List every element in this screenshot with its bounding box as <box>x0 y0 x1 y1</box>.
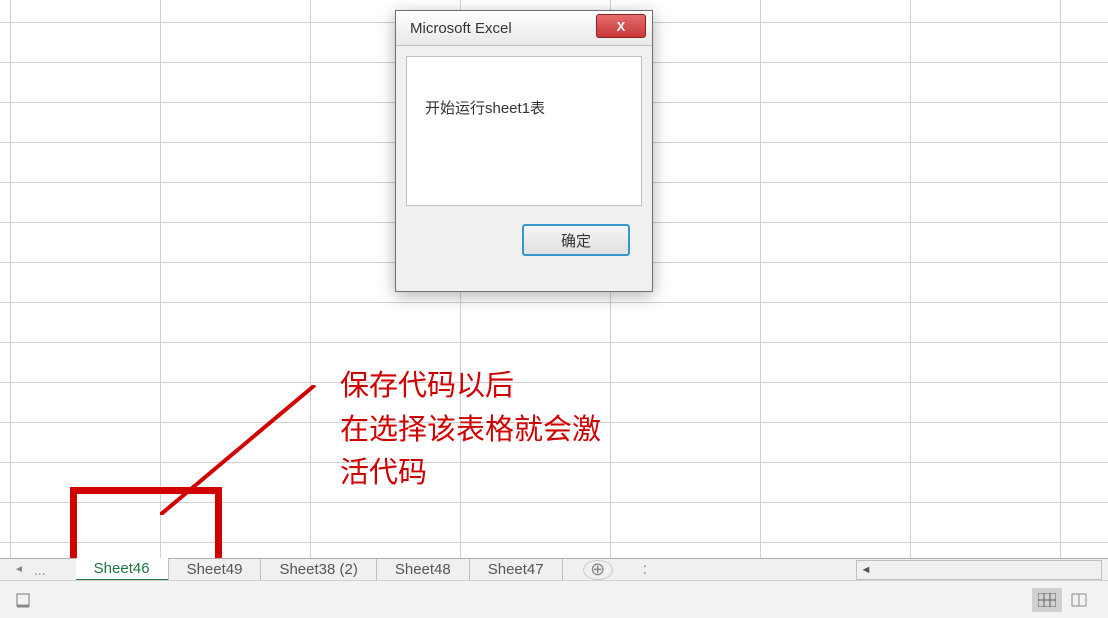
tab-nav-prev-icon[interactable]: ◄ <box>12 563 26 577</box>
close-icon: X <box>617 19 626 34</box>
ok-button[interactable]: 确定 <box>522 224 630 256</box>
tab-more-icon[interactable]: : <box>643 561 647 579</box>
add-sheet-button[interactable]: ⊕ <box>583 560 613 580</box>
sheet-tab-sheet49[interactable]: Sheet49 <box>169 559 262 580</box>
macro-recorder-icon[interactable] <box>14 591 32 609</box>
page-layout-icon <box>1070 593 1088 607</box>
dialog-title: Microsoft Excel <box>404 20 512 37</box>
sheet-tab-sheet46[interactable]: Sheet46 <box>76 558 169 582</box>
normal-view-button[interactable] <box>1032 588 1062 612</box>
sheet-tab-sheet47[interactable]: Sheet47 <box>470 559 563 580</box>
sheet-tab-sheet38-2[interactable]: Sheet38 (2) <box>261 559 376 580</box>
horizontal-scrollbar[interactable]: ◄ <box>856 560 1102 580</box>
page-layout-view-button[interactable] <box>1064 588 1094 612</box>
grid-view-icon <box>1038 593 1056 607</box>
status-bar <box>0 580 1108 618</box>
sheet-tab-sheet48[interactable]: Sheet48 <box>377 559 470 580</box>
dialog-titlebar[interactable]: Microsoft Excel X <box>396 11 652 46</box>
tab-nav-dots[interactable]: ... <box>34 562 46 578</box>
message-dialog: Microsoft Excel X 开始运行sheet1表 确定 <box>395 10 653 292</box>
dialog-message: 开始运行sheet1表 <box>406 56 642 206</box>
annotation-text: 保存代码以后 在选择该表格就会激 活代码 <box>340 365 601 496</box>
dialog-buttons: 确定 <box>406 206 642 256</box>
dialog-body: 开始运行sheet1表 确定 <box>396 46 652 291</box>
close-button[interactable]: X <box>596 14 646 38</box>
scroll-left-icon[interactable]: ◄ <box>857 561 875 579</box>
